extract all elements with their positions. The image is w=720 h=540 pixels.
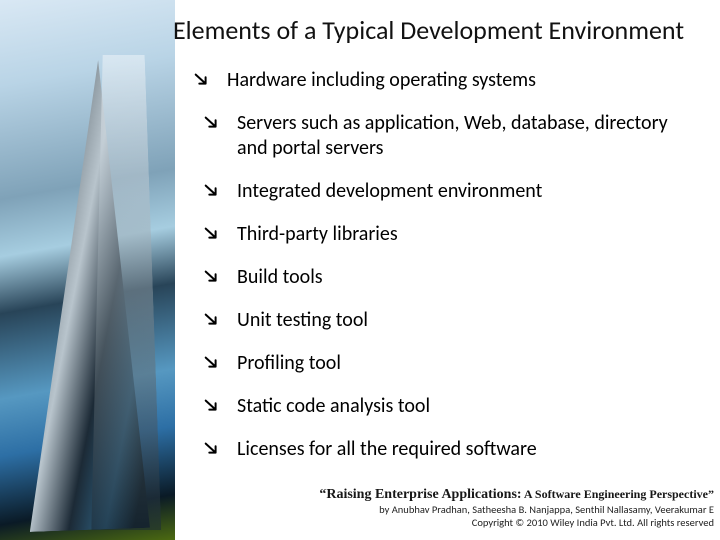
arrow-bullet-icon (203, 114, 221, 132)
arrow-bullet-icon (203, 354, 221, 372)
arrow-bullet-icon (203, 397, 221, 415)
arrow-bullet-icon (203, 268, 221, 286)
list-item-text: Hardware including operating systems (227, 68, 536, 92)
list-item-text: Static code analysis tool (237, 394, 430, 418)
list-item: Servers such as application, Web, databa… (193, 111, 702, 161)
list-item: Unit testing tool (193, 308, 702, 333)
list-item-text: Build tools (237, 265, 323, 289)
list-item: Hardware including operating systems (193, 68, 702, 93)
list-item-text: Third-party libraries (237, 222, 398, 246)
arrow-bullet-icon (203, 311, 221, 329)
arrow-bullet-icon (193, 71, 211, 89)
arrow-bullet-icon (203, 440, 221, 458)
slide-footer: “Raising Enterprise Applications: A Soft… (0, 485, 714, 530)
list-item: Static code analysis tool (193, 394, 702, 419)
list-item-text: Licenses for all the required software (237, 437, 537, 461)
arrow-bullet-icon (203, 225, 221, 243)
footer-authors: by Anubhav Pradhan, Satheesha B. Nanjapp… (0, 503, 714, 517)
footer-copyright: Copyright © 2010 Wiley India Pvt. Ltd. A… (0, 516, 714, 530)
list-item-text: Integrated development environment (237, 179, 542, 203)
footer-book-subtitle: A Software Engineering Perspective” (522, 487, 714, 501)
list-item: Third-party libraries (193, 222, 702, 247)
list-item-text: Profiling tool (237, 351, 341, 375)
arrow-bullet-icon (203, 182, 221, 200)
list-item-text: Unit testing tool (237, 308, 368, 332)
list-item: Licenses for all the required software (193, 437, 702, 462)
list-item: Integrated development environment (193, 179, 702, 204)
bullet-list: Hardware including operating systems Serv… (193, 68, 702, 462)
slide-title: Elements of a Typical Development Enviro… (155, 16, 702, 46)
list-item: Build tools (193, 265, 702, 290)
footer-book-title: “Raising Enterprise Applications: (319, 487, 521, 502)
list-item-text: Servers such as application, Web, databa… (237, 111, 668, 160)
slide-content: Elements of a Typical Development Enviro… (0, 0, 720, 540)
list-item: Profiling tool (193, 351, 702, 376)
